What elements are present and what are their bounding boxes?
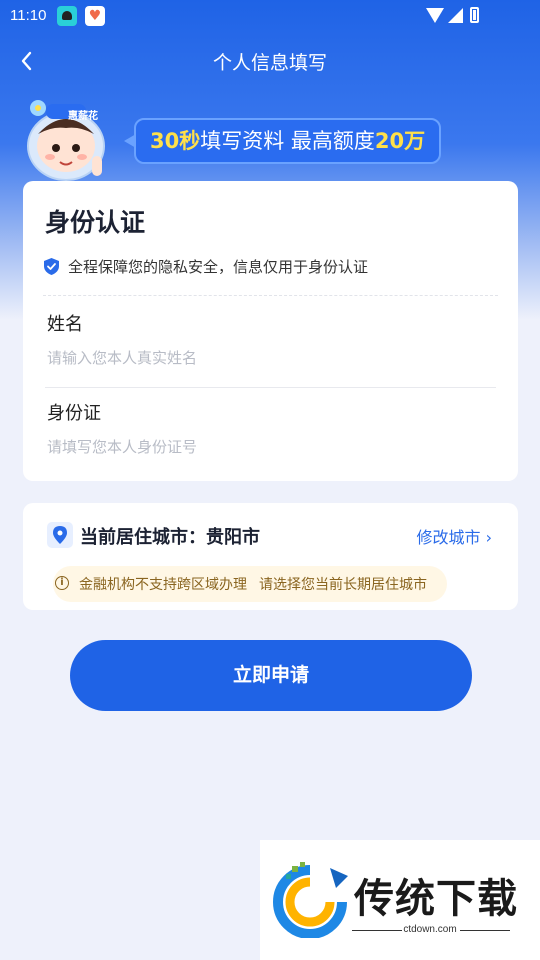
signal-icon xyxy=(448,8,463,23)
promo-banner: 惠薪花 30秒填写资料 最高额度20万 xyxy=(20,96,480,186)
identity-card-title: 身份认证 xyxy=(45,208,146,237)
promo-text: 填写资料 最高额度 xyxy=(200,129,375,153)
shield-check-icon xyxy=(44,257,59,275)
mascot-badge-text: 惠薪花 xyxy=(68,111,98,122)
status-bar: 11:10 ♥ xyxy=(0,0,540,32)
wifi-icon xyxy=(426,8,444,23)
id-number-field-label: 身份证 xyxy=(47,403,101,424)
city-card: 当前居住城市：贵阳市 修改城市 › i 金融机构不支持跨区域办理 请选择您当前长… xyxy=(23,503,518,610)
name-input[interactable] xyxy=(47,345,487,371)
privacy-note: 全程保障您的隐私安全，信息仅用于身份认证 xyxy=(43,255,368,277)
status-time: 11:10 xyxy=(10,7,47,24)
name-field-label: 姓名 xyxy=(47,314,83,335)
battery-icon xyxy=(470,7,479,23)
identity-card: 身份认证 全程保障您的隐私安全，信息仅用于身份认证 姓名 身份证 xyxy=(23,181,518,481)
promo-pill: 30秒填写资料 最高额度20万 xyxy=(123,118,442,164)
privacy-note-text: 全程保障您的隐私安全，信息仅用于身份认证 xyxy=(68,257,369,276)
watermark-logo-icon xyxy=(273,862,348,938)
id-number-input[interactable] xyxy=(47,434,487,460)
divider xyxy=(45,387,496,388)
region-tip: i 金融机构不支持跨区域办理 请选择您当前长期居住城市 xyxy=(53,566,447,602)
change-city-link[interactable]: 修改城市 › xyxy=(417,524,493,548)
region-tip-text-2: 请选择您当前长期居住城市 xyxy=(259,577,427,593)
page-title: 个人信息填写 xyxy=(212,52,327,74)
location-pin-icon xyxy=(47,522,73,548)
mascot-astronaut-icon xyxy=(27,100,105,181)
region-tip-text-1: 金融机构不支持跨区域办理 xyxy=(79,577,247,593)
heart-app-icon: ♥ xyxy=(85,6,105,26)
promo-seconds: 30秒 xyxy=(150,129,201,153)
divider xyxy=(43,295,498,296)
app-notification-icon xyxy=(57,6,77,26)
apply-now-button[interactable]: 立即申请 xyxy=(70,640,472,711)
watermark-brand: 传统下载 xyxy=(354,876,518,922)
watermark: 传统下载 ctdown.com xyxy=(260,840,540,960)
nav-bar: 个人信息填写 xyxy=(0,40,540,80)
current-city-label: 当前居住城市：贵阳市 xyxy=(80,527,260,548)
info-icon: i xyxy=(55,576,69,590)
promo-amount: 20万 xyxy=(374,129,426,153)
divider xyxy=(460,930,510,931)
status-indicators xyxy=(426,6,506,26)
